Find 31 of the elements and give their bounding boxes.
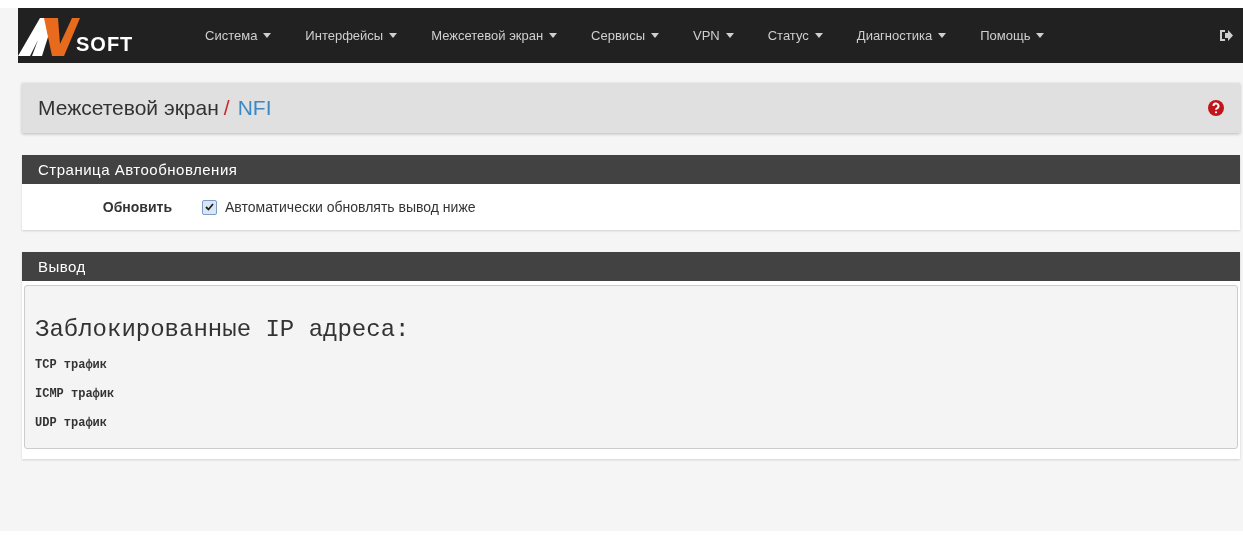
caret-icon	[1036, 33, 1045, 38]
field-label: Обновить	[101, 199, 173, 215]
caret-icon	[389, 33, 398, 38]
output-line: UDP трафик	[35, 416, 108, 430]
breadcrumb-parent: Межсетевой экран	[38, 96, 219, 120]
checkmark-icon	[205, 203, 214, 211]
nav-menu-item[interactable]: VPN	[676, 28, 751, 43]
caret-icon	[549, 33, 558, 38]
panel-title: Вывод	[22, 252, 1240, 281]
help-icon[interactable]	[1208, 100, 1224, 116]
nav-menu-item[interactable]: Помощь	[963, 28, 1062, 43]
nav-menu-item[interactable]: Сервисы	[574, 28, 676, 43]
nav-menu-item[interactable]: Статус	[750, 28, 840, 43]
output-line: TCP трафик	[35, 358, 108, 372]
caret-icon	[938, 33, 947, 38]
breadcrumb-separator: /	[223, 96, 230, 120]
nav-menu-item[interactable]: Система	[188, 28, 289, 43]
caret-icon	[814, 33, 823, 38]
nav-menu-item[interactable]: Диагностика	[839, 28, 964, 43]
output-line: ICMP трафик	[35, 387, 116, 401]
caret-icon	[263, 33, 272, 38]
logout-icon[interactable]	[1219, 29, 1233, 42]
nav-menu-item[interactable]: Интерфейсы	[288, 28, 415, 43]
panel-title: Страница Автообновления	[22, 155, 1240, 184]
nav-menu-item[interactable]: Межсетевой экран	[414, 28, 575, 43]
output-heading: Заблокированные IP адреса:	[35, 316, 411, 343]
auto-refresh-checkbox[interactable]	[202, 199, 217, 215]
checkbox-label: Автоматически обновлять вывод ниже	[225, 199, 476, 215]
caret-icon	[651, 33, 659, 38]
logo-text: SOFT	[76, 32, 134, 56]
caret-icon	[725, 33, 734, 38]
